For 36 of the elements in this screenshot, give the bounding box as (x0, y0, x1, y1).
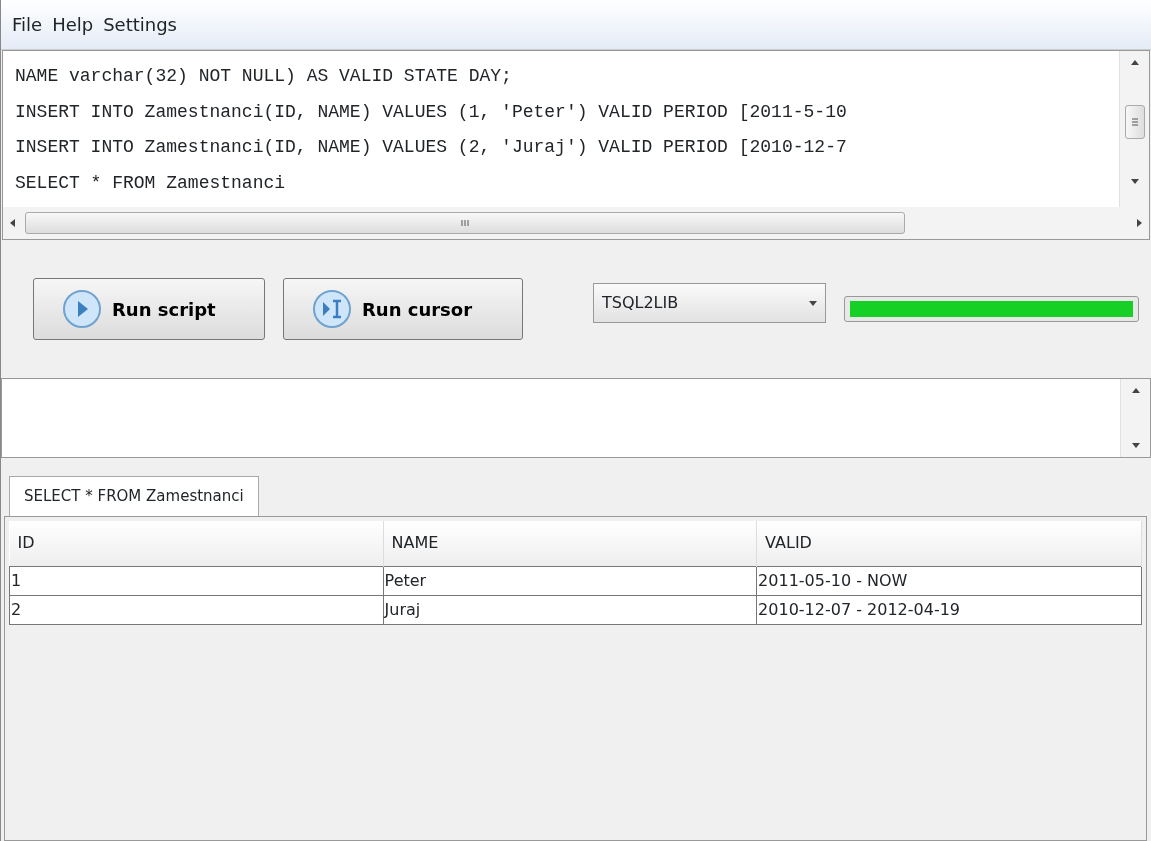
scroll-down-icon[interactable] (1130, 177, 1139, 185)
scroll-thumb[interactable] (1124, 105, 1145, 139)
code-line: INSERT INTO Zamestnanci(ID, NAME) VALUES (2, 'Juraj') VALID PERIOD [2010-12-7 (15, 136, 848, 159)
code-line: SELECT * FROM Zamestnanci (15, 171, 287, 195)
scroll-thumb[interactable] (25, 212, 905, 234)
menu-item[interactable]: File (7, 11, 48, 38)
play-icon (62, 289, 102, 329)
result-tab[interactable]: SELECT * FROM Zamestnanci (9, 476, 259, 516)
table-cell: 1 (9, 566, 384, 596)
column-header[interactable]: ID (9, 520, 384, 567)
scroll-up-icon[interactable] (1131, 387, 1140, 395)
menu-item[interactable]: Settings (98, 11, 182, 38)
play-cursor-icon (312, 289, 352, 329)
column-header[interactable]: VALID (756, 520, 1142, 567)
table-cell: Peter (383, 566, 757, 596)
run-button[interactable]: Run cursor (283, 278, 523, 340)
table-cell: 2010-12-07 - 2012-04-19 (756, 595, 1142, 625)
scroll-left-icon[interactable] (9, 219, 17, 227)
column-header[interactable]: NAME (383, 520, 757, 567)
code-line: NAME varchar(32) NOT NULL) AS VALID STATE DAY; (15, 65, 513, 88)
grip-icon (461, 219, 469, 227)
library-dropdown[interactable]: TSQL2LIB (593, 283, 826, 323)
scroll-up-icon[interactable] (1130, 59, 1139, 67)
vertical-scrollbar[interactable] (1120, 379, 1150, 457)
code-line: INSERT INTO Zamestnanci(ID, NAME) VALUES (1, 'Peter') VALID PERIOD [2011-5-10 (15, 100, 848, 124)
run-button[interactable]: Run script (33, 278, 265, 340)
menu-item[interactable]: Help (47, 11, 99, 38)
table-cell: Juraj (383, 595, 757, 625)
scroll-down-icon[interactable] (1131, 441, 1140, 449)
horizontal-scrollbar[interactable] (3, 207, 1149, 239)
table-cell: 2011-05-10 - NOW (756, 566, 1142, 596)
vertical-scrollbar[interactable] (1119, 51, 1149, 207)
scroll-right-icon[interactable] (1135, 219, 1143, 227)
grip-icon (1130, 118, 1139, 126)
table-cell: 2 (9, 595, 384, 625)
caret-icon (809, 299, 817, 307)
